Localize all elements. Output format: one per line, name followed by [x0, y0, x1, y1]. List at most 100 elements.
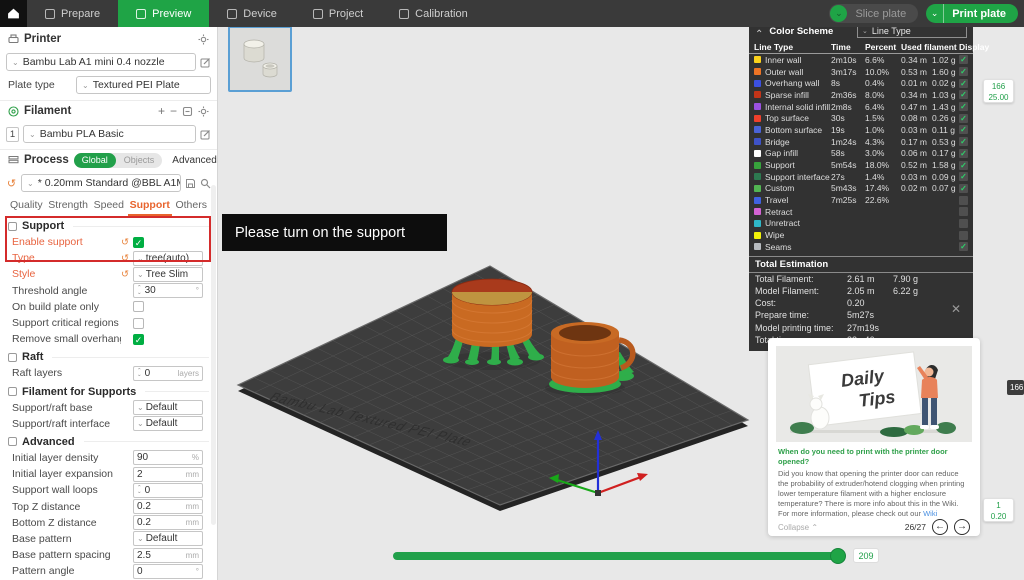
display-checkbox[interactable]: ✓ — [959, 114, 968, 123]
top-z-distance-input[interactable]: 0.2mm — [133, 499, 203, 514]
setting-row-threshold-angle: Threshold angle⌃⌄30° — [0, 283, 217, 299]
display-checkbox[interactable] — [959, 231, 968, 240]
linetype-table-header: Line Type Time Percent Used filament Dis… — [749, 40, 973, 54]
project-icon — [313, 9, 323, 19]
advanced-label: Advanced — [172, 155, 216, 166]
scope-toggle[interactable]: Global Objects — [74, 153, 163, 168]
tab-project[interactable]: Project — [295, 0, 381, 27]
setting-row-support-raft-base: Support/raft base⌄Default — [0, 400, 217, 416]
base-pattern-select[interactable]: ⌄Default — [133, 531, 203, 546]
close-icon[interactable]: ✕ — [951, 303, 961, 315]
sidebar-scrollbar[interactable] — [211, 185, 216, 525]
linetype-row-wipe: Wipe — [749, 229, 973, 241]
wiki-link[interactable]: Wiki — [923, 509, 937, 518]
support-critical-regions-only-checkbox[interactable] — [133, 318, 144, 329]
display-checkbox[interactable]: ✓ — [959, 55, 968, 64]
reset-icon[interactable]: ↺ — [121, 253, 133, 264]
layer-slider-handle[interactable]: 166 — [1007, 380, 1024, 395]
display-checkbox[interactable]: ✓ — [959, 102, 968, 111]
display-checkbox[interactable] — [959, 196, 968, 205]
printer-preset-value: Bambu Lab A1 mini 0.4 nozzle — [23, 56, 165, 68]
process-tab-others[interactable]: Others — [173, 199, 209, 216]
sync-filament-icon[interactable] — [182, 106, 193, 117]
printer-preset-select[interactable]: ⌄Bambu Lab A1 mini 0.4 nozzle — [6, 53, 196, 71]
move-slider-handle[interactable] — [830, 548, 846, 564]
linetype-row-seams: Seams✓ — [749, 241, 973, 253]
tips-collapse-button[interactable]: Collapse ⌃ — [778, 523, 818, 532]
display-checkbox[interactable]: ✓ — [959, 137, 968, 146]
process-tabs: QualityStrengthSpeedSupportOthers — [0, 198, 217, 216]
color-swatch — [754, 220, 761, 227]
remove-small-overhangs-checkbox[interactable]: ✓ — [133, 334, 144, 345]
pattern-angle-input[interactable]: 0° — [133, 564, 203, 579]
save-preset-icon[interactable] — [185, 178, 196, 189]
display-checkbox[interactable]: ✓ — [959, 149, 968, 158]
display-checkbox[interactable]: ✓ — [959, 172, 968, 181]
scope-global[interactable]: Global — [74, 153, 116, 168]
gear-icon[interactable] — [198, 106, 209, 117]
search-icon[interactable] — [200, 178, 211, 189]
process-tab-quality[interactable]: Quality — [8, 199, 45, 216]
on-build-plate-only-checkbox[interactable] — [133, 301, 144, 312]
process-tab-strength[interactable]: Strength — [46, 199, 90, 216]
edit-icon[interactable] — [200, 129, 211, 140]
print-plate-button[interactable]: ⌄ Print plate — [926, 4, 1018, 23]
base-pattern-spacing-input[interactable]: 2.5mm — [133, 548, 203, 563]
display-checkbox[interactable]: ✓ — [959, 242, 968, 251]
print-dropdown-icon[interactable]: ⌄ — [926, 4, 944, 23]
estimation-row-cost: Cost:0.20 — [749, 297, 973, 309]
display-checkbox[interactable] — [959, 219, 968, 228]
tab-device[interactable]: Device — [209, 0, 295, 27]
display-checkbox[interactable]: ✓ — [959, 79, 968, 88]
process-tab-support[interactable]: Support — [128, 199, 172, 216]
edit-icon[interactable] — [200, 57, 211, 68]
remove-filament-button[interactable]: − — [170, 106, 177, 116]
tab-calibration[interactable]: Calibration — [381, 0, 486, 27]
enable-support-checkbox[interactable]: ✓ — [133, 237, 144, 248]
gear-icon[interactable] — [198, 34, 209, 45]
tips-prev-button[interactable]: ← — [932, 519, 948, 535]
display-checkbox[interactable]: ✓ — [959, 67, 968, 76]
model-large[interactable] — [452, 279, 532, 347]
filament-preset-select[interactable]: ⌄Bambu PLA Basic — [23, 125, 196, 143]
linetype-row-travel: Travel7m25s22.6% — [749, 194, 973, 206]
type-select[interactable]: ⌄tree(auto) — [133, 251, 203, 266]
initial-layer-expansion-input[interactable]: 2mm — [133, 467, 203, 482]
color-swatch — [754, 80, 761, 87]
support-raft-base-select[interactable]: ⌄Default — [133, 400, 203, 415]
reset-icon[interactable]: ↺ — [121, 269, 133, 280]
display-checkbox[interactable]: ✓ — [959, 90, 968, 99]
display-checkbox[interactable] — [959, 207, 968, 216]
section-header-advanced: Advanced — [0, 434, 217, 450]
threshold-angle-spinner[interactable]: ⌃⌄30° — [133, 283, 203, 298]
tab-prepare[interactable]: Prepare — [27, 0, 118, 27]
slice-plate-button[interactable]: ⌄ Slice plate — [829, 4, 918, 23]
scope-objects[interactable]: Objects — [116, 153, 163, 168]
display-checkbox[interactable]: ✓ — [959, 161, 968, 170]
calibration-icon — [399, 9, 409, 19]
home-button[interactable] — [0, 0, 27, 27]
reset-icon[interactable]: ↺ — [121, 237, 133, 248]
raft-layers-spinner[interactable]: ⌃⌄0layers — [133, 366, 203, 381]
setting-row-support-wall-loops: Support wall loops⌃⌄0 — [0, 482, 217, 498]
add-filament-button[interactable]: + — [158, 106, 165, 116]
bottom-z-distance-input[interactable]: 0.2mm — [133, 515, 203, 530]
process-preset-select[interactable]: ⌄* 0.20mm Standard @BBL A1M — [21, 174, 181, 192]
display-checkbox[interactable]: ✓ — [959, 125, 968, 134]
plate-thumbnail[interactable] — [228, 26, 292, 92]
support-wall-loops-spinner[interactable]: ⌃⌄0 — [133, 483, 203, 498]
style-select[interactable]: ⌄Tree Slim — [133, 267, 203, 282]
support-raft-interface-select[interactable]: ⌄Default — [133, 416, 203, 431]
plate-type-select[interactable]: ⌄Textured PEI Plate — [76, 76, 211, 94]
setting-row-type: Type↺⌄tree(auto) — [0, 250, 217, 266]
section-header-raft: Raft — [0, 349, 217, 365]
initial-layer-density-input[interactable]: 90% — [133, 450, 203, 465]
display-checkbox[interactable]: ✓ — [959, 184, 968, 193]
reset-preset-icon[interactable]: ↺ — [6, 177, 17, 190]
estimation-row-total-filament: Total Filament:2.61 m7.90 g — [749, 273, 973, 285]
move-slider-track[interactable] — [393, 552, 845, 560]
slice-dropdown-icon[interactable]: ⌄ — [830, 5, 847, 22]
tab-preview[interactable]: Preview — [118, 0, 209, 27]
process-tab-speed[interactable]: Speed — [92, 199, 126, 216]
tips-next-button[interactable]: → — [954, 519, 970, 535]
